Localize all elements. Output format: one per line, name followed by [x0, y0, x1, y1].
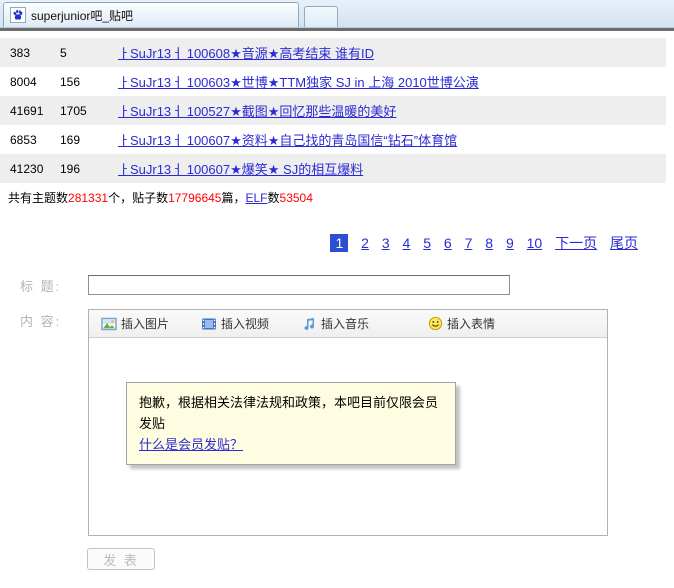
stats-elf-pre-label: 篇，: [221, 191, 246, 205]
image-icon: [101, 316, 117, 332]
thread-views: 41230: [10, 161, 44, 176]
thread-title-link[interactable]: ㅏSuJr13ㅓ 100603★世博★TTM独家 SJ in 上海 2010世博…: [118, 75, 479, 90]
notice-message: 抱歉，根据相关法律法规和政策，本吧目前仅限会员发贴: [139, 395, 439, 431]
new-tab-button[interactable]: [304, 6, 338, 27]
stats-elf-post-label: 数: [267, 191, 280, 205]
page-link-3[interactable]: 3: [382, 235, 390, 251]
thread-views: 383: [10, 45, 31, 60]
insert-emoticon-button[interactable]: 插入表情: [427, 315, 495, 332]
thread-views: 41691: [10, 103, 44, 118]
thread-replies: 1705: [60, 103, 87, 118]
stats-elf-count: 53504: [279, 191, 313, 205]
thread-row: 383 5 ㅏSuJr13ㅓ 100608★音源★高考结束 谁有ID: [0, 38, 666, 67]
page-link-2[interactable]: 2: [361, 235, 369, 251]
thread-row: 41691 1705 ㅏSuJr13ㅓ 100527★截图★回忆那些温暖的美好: [0, 96, 666, 125]
video-icon: [201, 316, 217, 332]
what-is-member-post-link[interactable]: 什么是会员发贴？: [139, 437, 243, 452]
thread-title-link[interactable]: ㅏSuJr13ㅓ 100607★爆笑★ SJ的相互爆料: [118, 162, 363, 177]
insert-image-label: 插入图片: [121, 317, 170, 331]
tab-title: superjunior吧_贴吧: [31, 8, 134, 23]
stats-topics-label: 共有主题数: [8, 191, 69, 205]
thread-list: 383 5 ㅏSuJr13ㅓ 100608★音源★高考结束 谁有ID 8004 …: [0, 38, 666, 183]
tab-strip-separator: [0, 28, 674, 31]
editor-body[interactable]: 抱歉，根据相关法律法规和政策，本吧目前仅限会员发贴 什么是会员发贴？: [89, 338, 607, 535]
music-icon: [301, 316, 317, 332]
content-label: 内 容:: [20, 314, 62, 329]
thread-views: 6853: [10, 132, 37, 147]
thread-title-link[interactable]: ㅏSuJr13ㅓ 100607★资料★自己找的青岛国信“钻石”体育馆: [118, 133, 457, 148]
emoticon-icon: [427, 316, 443, 332]
browser-tab-strip: superjunior吧_贴吧: [0, 0, 674, 28]
forum-stats: 共有主题数281331个，贴子数17796645篇，ELF数53504: [8, 189, 674, 206]
stats-posts-count: 17796645: [168, 191, 222, 205]
title-input[interactable]: [88, 274, 510, 295]
insert-video-label: 插入视频: [221, 317, 270, 331]
editor-toolbar: 插入图片 插入视频 插入音乐 插入表情: [89, 310, 607, 338]
page-current: 1: [330, 234, 349, 252]
elf-link[interactable]: ELF: [245, 191, 267, 205]
thread-replies: 169: [60, 132, 81, 147]
submit-post-button[interactable]: 发 表: [87, 548, 155, 570]
title-label: 标 题:: [20, 279, 62, 294]
tab-superjunior-bar[interactable]: superjunior吧_贴吧: [3, 2, 299, 27]
thread-replies: 5: [60, 45, 67, 60]
content-field-row: 内 容: 插入图片 插入视频 插入音乐 插入表情 抱歉，根据相关法律法规和政策，…: [20, 309, 674, 536]
thread-row: 41230 196 ㅏSuJr13ㅓ 100607★爆笑★ SJ的相互爆料: [0, 154, 666, 183]
page-link-6[interactable]: 6: [444, 235, 452, 251]
insert-image-button[interactable]: 插入图片: [101, 315, 169, 332]
thread-title-link[interactable]: ㅏSuJr13ㅓ 100527★截图★回忆那些温暖的美好: [118, 104, 396, 119]
page-link-4[interactable]: 4: [403, 235, 411, 251]
page-link-7[interactable]: 7: [465, 235, 473, 251]
page-link-9[interactable]: 9: [506, 235, 514, 251]
insert-music-button[interactable]: 插入音乐: [301, 315, 369, 332]
insert-video-button[interactable]: 插入视频: [201, 315, 269, 332]
last-page-link[interactable]: 尾页: [610, 235, 638, 251]
thread-row: 6853 169 ㅏSuJr13ㅓ 100607★资料★自己找的青岛国信“钻石”…: [0, 125, 666, 154]
page-link-5[interactable]: 5: [423, 235, 431, 251]
thread-views: 8004: [10, 74, 37, 89]
next-page-link[interactable]: 下一页: [555, 235, 597, 251]
thread-row: 8004 156 ㅏSuJr13ㅓ 100603★世博★TTM独家 SJ in …: [0, 67, 666, 96]
stats-posts-label: 个，贴子数: [108, 191, 169, 205]
page-link-10[interactable]: 10: [527, 235, 543, 251]
baidu-paw-icon: [10, 7, 26, 23]
title-field-row: 标 题:: [20, 274, 674, 295]
page-link-8[interactable]: 8: [485, 235, 493, 251]
member-only-notice: 抱歉，根据相关法律法规和政策，本吧目前仅限会员发贴 什么是会员发贴？: [126, 382, 456, 465]
pagination: 1 2 3 4 5 6 7 8 9 10 下一页 尾页: [0, 233, 638, 253]
content-editor: 插入图片 插入视频 插入音乐 插入表情 抱歉，根据相关法律法规和政策，本吧目前仅…: [88, 309, 608, 536]
insert-emoticon-label: 插入表情: [447, 317, 496, 331]
insert-music-label: 插入音乐: [321, 317, 370, 331]
thread-title-link[interactable]: ㅏSuJr13ㅓ 100608★音源★高考结束 谁有ID: [118, 46, 374, 61]
thread-replies: 196: [60, 161, 81, 176]
stats-topics-count: 281331: [68, 191, 109, 205]
thread-replies: 156: [60, 74, 81, 89]
